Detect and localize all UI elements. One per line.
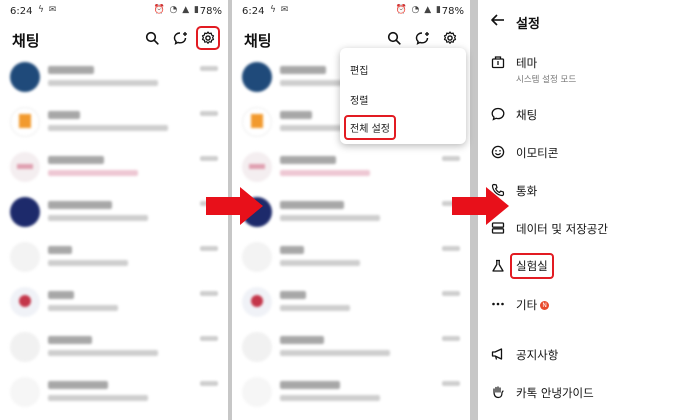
avatar [10, 377, 40, 407]
chat-app-bar: 채팅 [0, 24, 228, 54]
list-item[interactable] [232, 236, 470, 281]
notification-icons: ϟ ✉ [38, 5, 58, 15]
settings-screen: 설정 테마 시스템 설정 모드 채팅 이모티콘 통화 데이터 및 저장공간 실험… [478, 0, 700, 420]
list-item[interactable] [232, 281, 470, 326]
new-badge: N [540, 301, 550, 310]
avatar [10, 152, 40, 182]
avatar [10, 62, 40, 92]
list-item[interactable] [232, 191, 470, 236]
avatar [242, 377, 272, 407]
settings-item-etc[interactable]: 기타 N [478, 292, 700, 322]
search-icon[interactable] [142, 28, 162, 48]
signal-icons: ⏰ ◔ ▲ ▮ [153, 5, 200, 15]
menu-item-all-settings[interactable]: 전체 설정 [344, 115, 396, 140]
settings-item-emoticon[interactable]: 이모티콘 [478, 140, 700, 170]
page-title: 채팅 [12, 32, 40, 50]
avatar [10, 197, 40, 227]
settings-item-label: 채팅 [516, 108, 538, 122]
chat-list-screen: 6:24 ϟ ✉ ⏰ ◔ ▲ ▮ 78% 채팅 [0, 0, 228, 420]
gear-icon[interactable] [440, 28, 460, 48]
settings-item-label: 테마 [516, 56, 538, 70]
status-time: 6:24 [242, 6, 265, 17]
settings-item-call[interactable]: 통화 [478, 178, 700, 208]
avatar [242, 152, 272, 182]
new-chat-icon[interactable] [170, 28, 190, 48]
list-item[interactable] [232, 326, 470, 371]
list-item[interactable] [0, 371, 228, 416]
search-icon[interactable] [384, 28, 404, 48]
step-arrow-icon [206, 187, 263, 225]
battery-level: 78% [199, 6, 222, 17]
list-item[interactable] [0, 101, 228, 146]
settings-item-label: 통화 [516, 184, 538, 198]
back-arrow-icon[interactable] [490, 12, 506, 32]
page-title: 채팅 [244, 32, 272, 50]
overflow-menu: 편집 정렬 전체 설정 [340, 48, 466, 144]
settings-item-label: 카톡 안냉가이드 [516, 386, 594, 400]
more-icon [490, 296, 506, 312]
list-item[interactable] [0, 56, 228, 101]
flask-icon [490, 258, 506, 274]
settings-item-chat[interactable]: 채팅 [478, 102, 700, 132]
settings-item-sub: 시스템 설정 모드 [516, 75, 577, 85]
avatar [242, 107, 272, 137]
settings-item-label: 기타 N [516, 297, 550, 313]
list-item[interactable] [0, 191, 228, 236]
new-chat-icon[interactable] [412, 28, 432, 48]
list-item[interactable] [232, 146, 470, 191]
notification-icons: ϟ ✉ [270, 5, 290, 15]
signal-icons: ⏰ ◔ ▲ ▮ [395, 5, 442, 15]
list-item[interactable] [0, 326, 228, 371]
settings-header: 설정 [478, 10, 700, 36]
gear-icon[interactable] [196, 26, 220, 50]
menu-item-edit[interactable]: 편집 [350, 62, 368, 77]
list-item[interactable] [0, 236, 228, 281]
status-bar: 6:24 ϟ ✉ ⏰ ◔ ▲ ▮ 78% [232, 0, 470, 22]
avatar [10, 332, 40, 362]
list-item[interactable] [232, 371, 470, 416]
emoticon-icon [490, 144, 506, 160]
settings-item-label: 실험실 [510, 253, 554, 279]
chat-bubble-icon [490, 106, 506, 122]
settings-item-label: 이모티콘 [516, 146, 559, 160]
avatar [242, 287, 272, 317]
chat-list [0, 56, 228, 416]
megaphone-icon [490, 346, 506, 362]
settings-item-label: 공지사항 [516, 348, 559, 362]
list-item[interactable] [0, 146, 228, 191]
avatar [242, 242, 272, 272]
settings-item-labs[interactable]: 실험실 [478, 253, 700, 284]
settings-item-theme[interactable]: 테마 시스템 설정 모드 [478, 50, 700, 92]
settings-item-storage[interactable]: 데이터 및 저장공간 [478, 216, 700, 246]
settings-item-notice[interactable]: 공지사항 [478, 342, 700, 372]
avatar [242, 62, 272, 92]
avatar [10, 242, 40, 272]
menu-item-sort[interactable]: 정렬 [350, 92, 368, 107]
guide-icon [490, 384, 506, 400]
settings-item-guide[interactable]: 카톡 안냉가이드 [478, 380, 700, 410]
avatar [242, 332, 272, 362]
page-title: 설정 [516, 17, 540, 32]
status-bar: 6:24 ϟ ✉ ⏰ ◔ ▲ ▮ 78% [0, 0, 228, 22]
theme-icon [490, 54, 506, 70]
battery-level: 78% [441, 6, 464, 17]
list-item[interactable] [0, 281, 228, 326]
settings-item-label: 데이터 및 저장공간 [516, 222, 608, 236]
status-time: 6:24 [10, 6, 33, 17]
step-arrow-icon [452, 187, 509, 225]
avatar [10, 287, 40, 317]
avatar [10, 107, 40, 137]
